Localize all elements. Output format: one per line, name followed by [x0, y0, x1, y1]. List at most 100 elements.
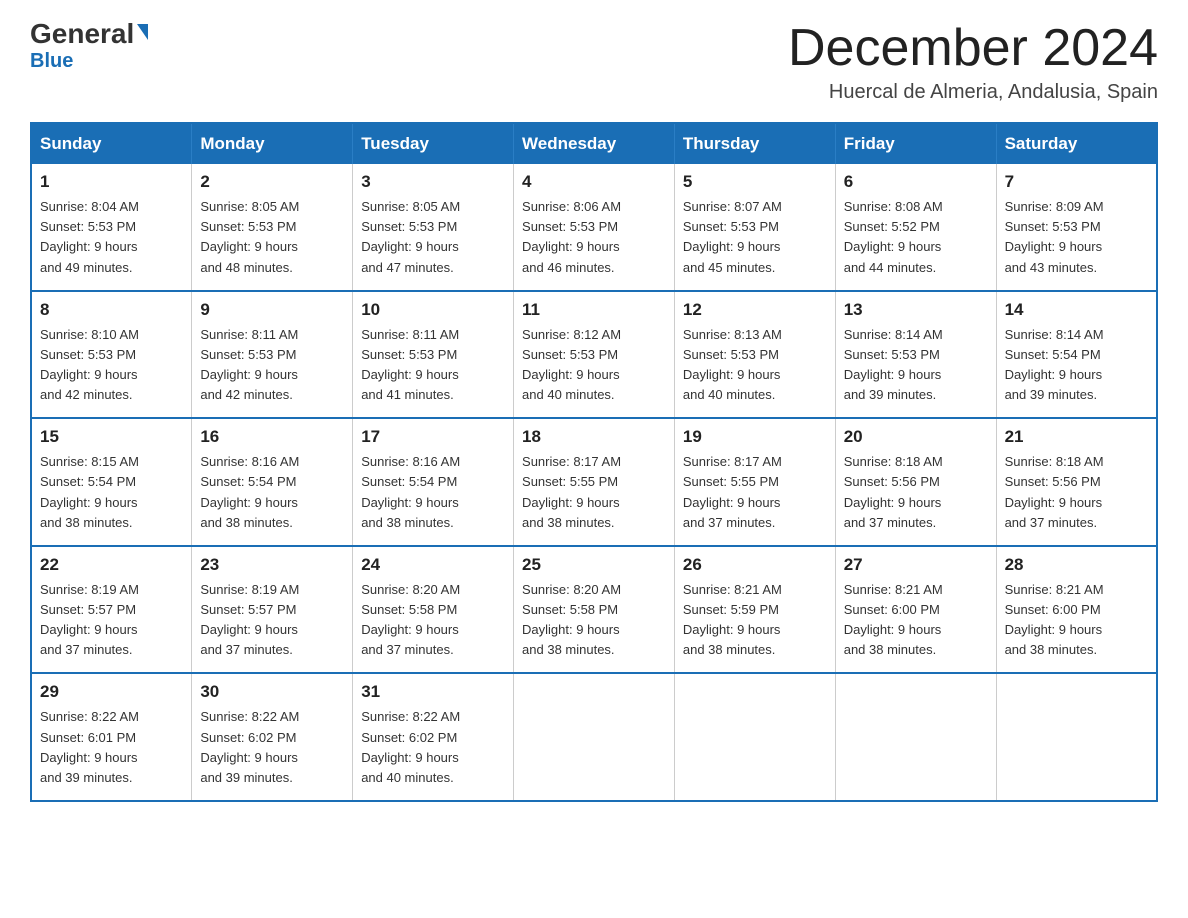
day-number: 30: [200, 682, 344, 702]
day-number: 31: [361, 682, 505, 702]
calendar-cell: 1 Sunrise: 8:04 AM Sunset: 5:53 PM Dayli…: [31, 164, 192, 291]
calendar-cell: 27 Sunrise: 8:21 AM Sunset: 6:00 PM Dayl…: [835, 546, 996, 674]
day-info: Sunrise: 8:17 AM Sunset: 5:55 PM Dayligh…: [683, 452, 827, 533]
calendar-table: Sunday Monday Tuesday Wednesday Thursday…: [30, 122, 1158, 802]
day-number: 2: [200, 172, 344, 192]
day-info: Sunrise: 8:21 AM Sunset: 5:59 PM Dayligh…: [683, 580, 827, 661]
day-number: 11: [522, 300, 666, 320]
day-number: 3: [361, 172, 505, 192]
calendar-cell: 18 Sunrise: 8:17 AM Sunset: 5:55 PM Dayl…: [514, 418, 675, 546]
day-number: 27: [844, 555, 988, 575]
month-title: December 2024: [788, 20, 1158, 77]
calendar-cell: 12 Sunrise: 8:13 AM Sunset: 5:53 PM Dayl…: [674, 291, 835, 419]
header-wednesday: Wednesday: [514, 123, 675, 164]
day-info: Sunrise: 8:05 AM Sunset: 5:53 PM Dayligh…: [361, 197, 505, 278]
calendar-cell: 13 Sunrise: 8:14 AM Sunset: 5:53 PM Dayl…: [835, 291, 996, 419]
day-number: 13: [844, 300, 988, 320]
day-info: Sunrise: 8:16 AM Sunset: 5:54 PM Dayligh…: [200, 452, 344, 533]
calendar-cell: 22 Sunrise: 8:19 AM Sunset: 5:57 PM Dayl…: [31, 546, 192, 674]
day-number: 25: [522, 555, 666, 575]
day-number: 29: [40, 682, 183, 702]
day-number: 20: [844, 427, 988, 447]
title-area: December 2024 Huercal de Almeria, Andalu…: [788, 20, 1158, 104]
calendar-cell: [674, 673, 835, 801]
day-number: 10: [361, 300, 505, 320]
calendar-cell: 19 Sunrise: 8:17 AM Sunset: 5:55 PM Dayl…: [674, 418, 835, 546]
header-tuesday: Tuesday: [353, 123, 514, 164]
day-info: Sunrise: 8:20 AM Sunset: 5:58 PM Dayligh…: [522, 580, 666, 661]
calendar-cell: 25 Sunrise: 8:20 AM Sunset: 5:58 PM Dayl…: [514, 546, 675, 674]
location-title: Huercal de Almeria, Andalusia, Spain: [788, 81, 1158, 104]
calendar-cell: 4 Sunrise: 8:06 AM Sunset: 5:53 PM Dayli…: [514, 164, 675, 291]
day-number: 6: [844, 172, 988, 192]
day-info: Sunrise: 8:14 AM Sunset: 5:53 PM Dayligh…: [844, 325, 988, 406]
day-info: Sunrise: 8:14 AM Sunset: 5:54 PM Dayligh…: [1005, 325, 1148, 406]
day-number: 19: [683, 427, 827, 447]
day-info: Sunrise: 8:19 AM Sunset: 5:57 PM Dayligh…: [200, 580, 344, 661]
day-number: 7: [1005, 172, 1148, 192]
calendar-cell: 11 Sunrise: 8:12 AM Sunset: 5:53 PM Dayl…: [514, 291, 675, 419]
day-info: Sunrise: 8:07 AM Sunset: 5:53 PM Dayligh…: [683, 197, 827, 278]
day-number: 5: [683, 172, 827, 192]
weekday-header-row: Sunday Monday Tuesday Wednesday Thursday…: [31, 123, 1157, 164]
calendar-cell: 24 Sunrise: 8:20 AM Sunset: 5:58 PM Dayl…: [353, 546, 514, 674]
day-info: Sunrise: 8:22 AM Sunset: 6:01 PM Dayligh…: [40, 707, 183, 788]
day-info: Sunrise: 8:20 AM Sunset: 5:58 PM Dayligh…: [361, 580, 505, 661]
day-number: 9: [200, 300, 344, 320]
day-info: Sunrise: 8:18 AM Sunset: 5:56 PM Dayligh…: [1005, 452, 1148, 533]
day-number: 16: [200, 427, 344, 447]
day-number: 17: [361, 427, 505, 447]
calendar-cell: 5 Sunrise: 8:07 AM Sunset: 5:53 PM Dayli…: [674, 164, 835, 291]
day-number: 12: [683, 300, 827, 320]
logo-text: General: [30, 20, 148, 48]
week-row-5: 29 Sunrise: 8:22 AM Sunset: 6:01 PM Dayl…: [31, 673, 1157, 801]
calendar-cell: 16 Sunrise: 8:16 AM Sunset: 5:54 PM Dayl…: [192, 418, 353, 546]
calendar-cell: 9 Sunrise: 8:11 AM Sunset: 5:53 PM Dayli…: [192, 291, 353, 419]
day-number: 14: [1005, 300, 1148, 320]
day-number: 28: [1005, 555, 1148, 575]
logo-blue-text: Blue: [30, 50, 73, 73]
header-monday: Monday: [192, 123, 353, 164]
calendar-cell: 28 Sunrise: 8:21 AM Sunset: 6:00 PM Dayl…: [996, 546, 1157, 674]
day-number: 22: [40, 555, 183, 575]
week-row-3: 15 Sunrise: 8:15 AM Sunset: 5:54 PM Dayl…: [31, 418, 1157, 546]
header-saturday: Saturday: [996, 123, 1157, 164]
day-info: Sunrise: 8:09 AM Sunset: 5:53 PM Dayligh…: [1005, 197, 1148, 278]
day-number: 21: [1005, 427, 1148, 447]
calendar-cell: 31 Sunrise: 8:22 AM Sunset: 6:02 PM Dayl…: [353, 673, 514, 801]
calendar-cell: 17 Sunrise: 8:16 AM Sunset: 5:54 PM Dayl…: [353, 418, 514, 546]
day-number: 15: [40, 427, 183, 447]
day-info: Sunrise: 8:06 AM Sunset: 5:53 PM Dayligh…: [522, 197, 666, 278]
day-info: Sunrise: 8:19 AM Sunset: 5:57 PM Dayligh…: [40, 580, 183, 661]
week-row-4: 22 Sunrise: 8:19 AM Sunset: 5:57 PM Dayl…: [31, 546, 1157, 674]
day-info: Sunrise: 8:16 AM Sunset: 5:54 PM Dayligh…: [361, 452, 505, 533]
day-info: Sunrise: 8:21 AM Sunset: 6:00 PM Dayligh…: [844, 580, 988, 661]
calendar-cell: 2 Sunrise: 8:05 AM Sunset: 5:53 PM Dayli…: [192, 164, 353, 291]
day-info: Sunrise: 8:04 AM Sunset: 5:53 PM Dayligh…: [40, 197, 183, 278]
calendar-cell: 21 Sunrise: 8:18 AM Sunset: 5:56 PM Dayl…: [996, 418, 1157, 546]
day-number: 24: [361, 555, 505, 575]
day-number: 1: [40, 172, 183, 192]
day-info: Sunrise: 8:22 AM Sunset: 6:02 PM Dayligh…: [200, 707, 344, 788]
day-info: Sunrise: 8:13 AM Sunset: 5:53 PM Dayligh…: [683, 325, 827, 406]
day-number: 8: [40, 300, 183, 320]
day-info: Sunrise: 8:05 AM Sunset: 5:53 PM Dayligh…: [200, 197, 344, 278]
day-number: 18: [522, 427, 666, 447]
calendar-cell: 10 Sunrise: 8:11 AM Sunset: 5:53 PM Dayl…: [353, 291, 514, 419]
calendar-cell: 3 Sunrise: 8:05 AM Sunset: 5:53 PM Dayli…: [353, 164, 514, 291]
day-number: 23: [200, 555, 344, 575]
week-row-1: 1 Sunrise: 8:04 AM Sunset: 5:53 PM Dayli…: [31, 164, 1157, 291]
day-number: 4: [522, 172, 666, 192]
day-info: Sunrise: 8:11 AM Sunset: 5:53 PM Dayligh…: [361, 325, 505, 406]
day-info: Sunrise: 8:10 AM Sunset: 5:53 PM Dayligh…: [40, 325, 183, 406]
calendar-cell: 15 Sunrise: 8:15 AM Sunset: 5:54 PM Dayl…: [31, 418, 192, 546]
header-friday: Friday: [835, 123, 996, 164]
calendar-cell: 30 Sunrise: 8:22 AM Sunset: 6:02 PM Dayl…: [192, 673, 353, 801]
day-info: Sunrise: 8:21 AM Sunset: 6:00 PM Dayligh…: [1005, 580, 1148, 661]
header-thursday: Thursday: [674, 123, 835, 164]
day-info: Sunrise: 8:08 AM Sunset: 5:52 PM Dayligh…: [844, 197, 988, 278]
day-info: Sunrise: 8:18 AM Sunset: 5:56 PM Dayligh…: [844, 452, 988, 533]
week-row-2: 8 Sunrise: 8:10 AM Sunset: 5:53 PM Dayli…: [31, 291, 1157, 419]
calendar-cell: 23 Sunrise: 8:19 AM Sunset: 5:57 PM Dayl…: [192, 546, 353, 674]
calendar-cell: [835, 673, 996, 801]
